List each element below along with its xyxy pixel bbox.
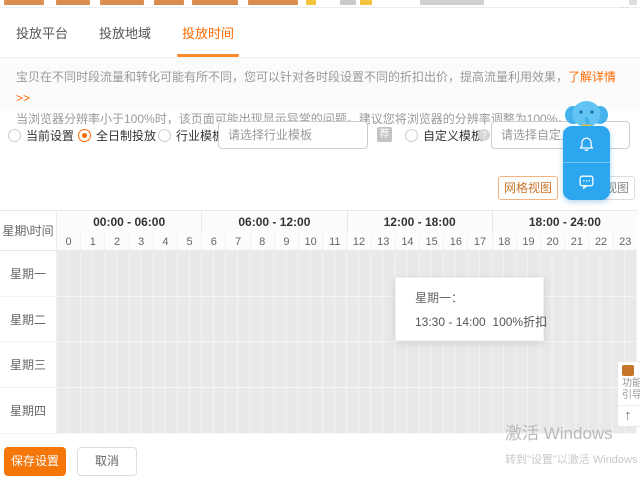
hour-label: 15: [419, 233, 443, 250]
schedule-tooltip: 星期一： 13:30 - 14:00 100%折扣: [395, 277, 548, 341]
toolbar-fragment: [420, 0, 484, 5]
hour-label: 12: [346, 233, 370, 250]
time-range-label: 00:00 - 06:00: [93, 215, 166, 229]
corner-label: 星期\时间: [0, 211, 57, 251]
radio-industry-template[interactable]: 行业模板:: [158, 127, 227, 144]
hour-label: 4: [152, 233, 177, 250]
hour-label: 19: [515, 233, 540, 250]
hour-label: 14: [394, 233, 419, 250]
hour-label: 16: [443, 233, 467, 250]
notice-area: 宝贝在不同时段流量和转化可能有所不同，您可以针对各时段设置不同的折扣出价，提高流…: [0, 58, 640, 126]
hour-label: 7: [225, 233, 249, 250]
back-to-top-button[interactable]: ↑: [618, 406, 640, 426]
tab-item[interactable]: 投放时间: [177, 8, 240, 57]
tab-bar: 投放平台 投放地域 投放时间: [0, 8, 640, 58]
cancel-button[interactable]: 取消: [77, 447, 137, 476]
radio-icon: [158, 129, 171, 142]
schedule-row: 星期三: [0, 342, 637, 389]
schedule-row: 星期四: [0, 388, 637, 434]
toolbar-fragment: [4, 0, 44, 5]
time-range-label: 06:00 - 12:00: [201, 211, 346, 233]
feature-guide-panel: 功能 引导 ↑: [617, 361, 640, 427]
hour-label: 17: [467, 233, 491, 250]
bell-icon: [579, 136, 594, 151]
industry-template-select[interactable]: 请选择行业模板: [218, 121, 368, 149]
grid-view-button[interactable]: 网格视图: [498, 176, 558, 200]
toolbar-fragment: [248, 0, 298, 5]
schedule-cells[interactable]: [57, 296, 637, 343]
hour-label: 3: [128, 233, 153, 250]
hour-label: 21: [564, 233, 588, 250]
time-range-label: 12:00 - 18:00: [346, 211, 492, 233]
tab-item[interactable]: 投放地域: [99, 8, 151, 57]
hour-label: 18: [491, 233, 516, 250]
hour-label: 20: [540, 233, 564, 250]
guide-icon: [622, 365, 634, 376]
tooltip-day: 星期一：: [415, 291, 464, 305]
hour-label: 1: [80, 233, 104, 250]
day-label: 星期三: [0, 342, 57, 389]
radio-selected-icon: [78, 129, 91, 142]
schedule-settings-dialog: × 投放平台投放地域投放时间 宝贝在不同时段流量和转化可能有所不同，您可以针对各…: [0, 0, 640, 478]
cropped-browser-toolbar: [0, 0, 640, 8]
toolbar-fragment: [340, 0, 356, 5]
schedule-cells[interactable]: [57, 251, 637, 297]
hour-label: 8: [249, 233, 274, 250]
save-settings-button[interactable]: 保存设置: [4, 447, 66, 476]
toolbar-fragment: [154, 0, 184, 5]
radio-label: 全日制投放: [96, 129, 157, 143]
hour-label: 5: [177, 233, 201, 250]
assistant-panel: [563, 126, 610, 200]
hour-label: 10: [298, 233, 322, 250]
toolbar-fragment: [360, 0, 372, 5]
hour-label: 6: [201, 233, 225, 250]
feature-guide-button[interactable]: 功能 引导: [618, 362, 640, 402]
recommend-badge-icon: 荐: [377, 127, 392, 142]
radio-icon: [405, 129, 418, 142]
schedule-header: 星期\时间 00:00 - 06:00 06:00 - 12:00 12:00 - …: [0, 210, 637, 251]
schedule-mode-options: 当前设置 全日制投放 行业模板: 请选择行业模板 荐 自定义模板: ? 请选择自…: [0, 120, 640, 152]
help-icon[interactable]: ?: [478, 129, 490, 141]
guide-label-bottom: 引导: [622, 390, 640, 401]
radio-label: 自定义模板:: [423, 129, 487, 143]
day-label: 星期四: [0, 388, 57, 434]
chat-message-button[interactable]: [563, 162, 610, 200]
notifications-bell-button[interactable]: [563, 126, 610, 162]
radio-icon: [8, 129, 21, 142]
hour-label: 9: [273, 233, 298, 250]
day-label: 星期二: [0, 296, 57, 343]
assistant-widget: [562, 99, 611, 201]
time-range-row: 00:00 - 06:00 06:00 - 12:00 12:00 - 18:00 1…: [57, 211, 637, 233]
tab-item[interactable]: 投放平台: [16, 8, 68, 57]
toolbar-fragment: [306, 0, 316, 5]
hour-label: 23: [612, 233, 637, 250]
time-range-label: 18:00 - 24:00: [491, 211, 637, 233]
guide-label-top: 功能: [622, 378, 640, 389]
toolbar-fragment: [192, 0, 238, 5]
toolbar-fragment: [56, 0, 90, 5]
notice-line1: 宝贝在不同时段流量和转化可能有所不同，您可以针对各时段设置不同的折扣出价，提高流…: [16, 67, 624, 109]
tooltip-detail: 13:30 - 14:00 100%折扣: [415, 315, 548, 329]
radio-label: 当前设置: [26, 129, 75, 143]
watermark-line2: 转到"设置"以激活 Windows: [505, 454, 638, 466]
hour-label: 13: [370, 233, 395, 250]
radio-current-settings[interactable]: 当前设置: [8, 127, 74, 144]
hour-label: 2: [104, 233, 128, 250]
schedule-cells[interactable]: [57, 342, 637, 389]
schedule-header-right: 00:00 - 06:00 06:00 - 12:00 12:00 - 18:00 1…: [57, 211, 637, 251]
hour-label: 0: [65, 235, 72, 248]
radio-custom-template[interactable]: 自定义模板:: [405, 127, 486, 144]
toolbar-fragment: [100, 0, 144, 5]
chat-icon: [579, 175, 594, 190]
hour-label: 11: [322, 233, 346, 250]
notice-line1-text: 宝贝在不同时段流量和转化可能有所不同，您可以针对各时段设置不同的折扣出价，提高流…: [16, 70, 569, 84]
radio-fulltime[interactable]: 全日制投放: [78, 127, 156, 144]
hour-row: 0 1 2 3 4 5 6 7 8 9 10 11 12 13 14 15 16 17 18 19 20 21 22 23: [57, 233, 637, 251]
hour-label: 22: [588, 233, 612, 250]
schedule-cells[interactable]: [57, 388, 637, 434]
day-label: 星期一: [0, 251, 57, 297]
